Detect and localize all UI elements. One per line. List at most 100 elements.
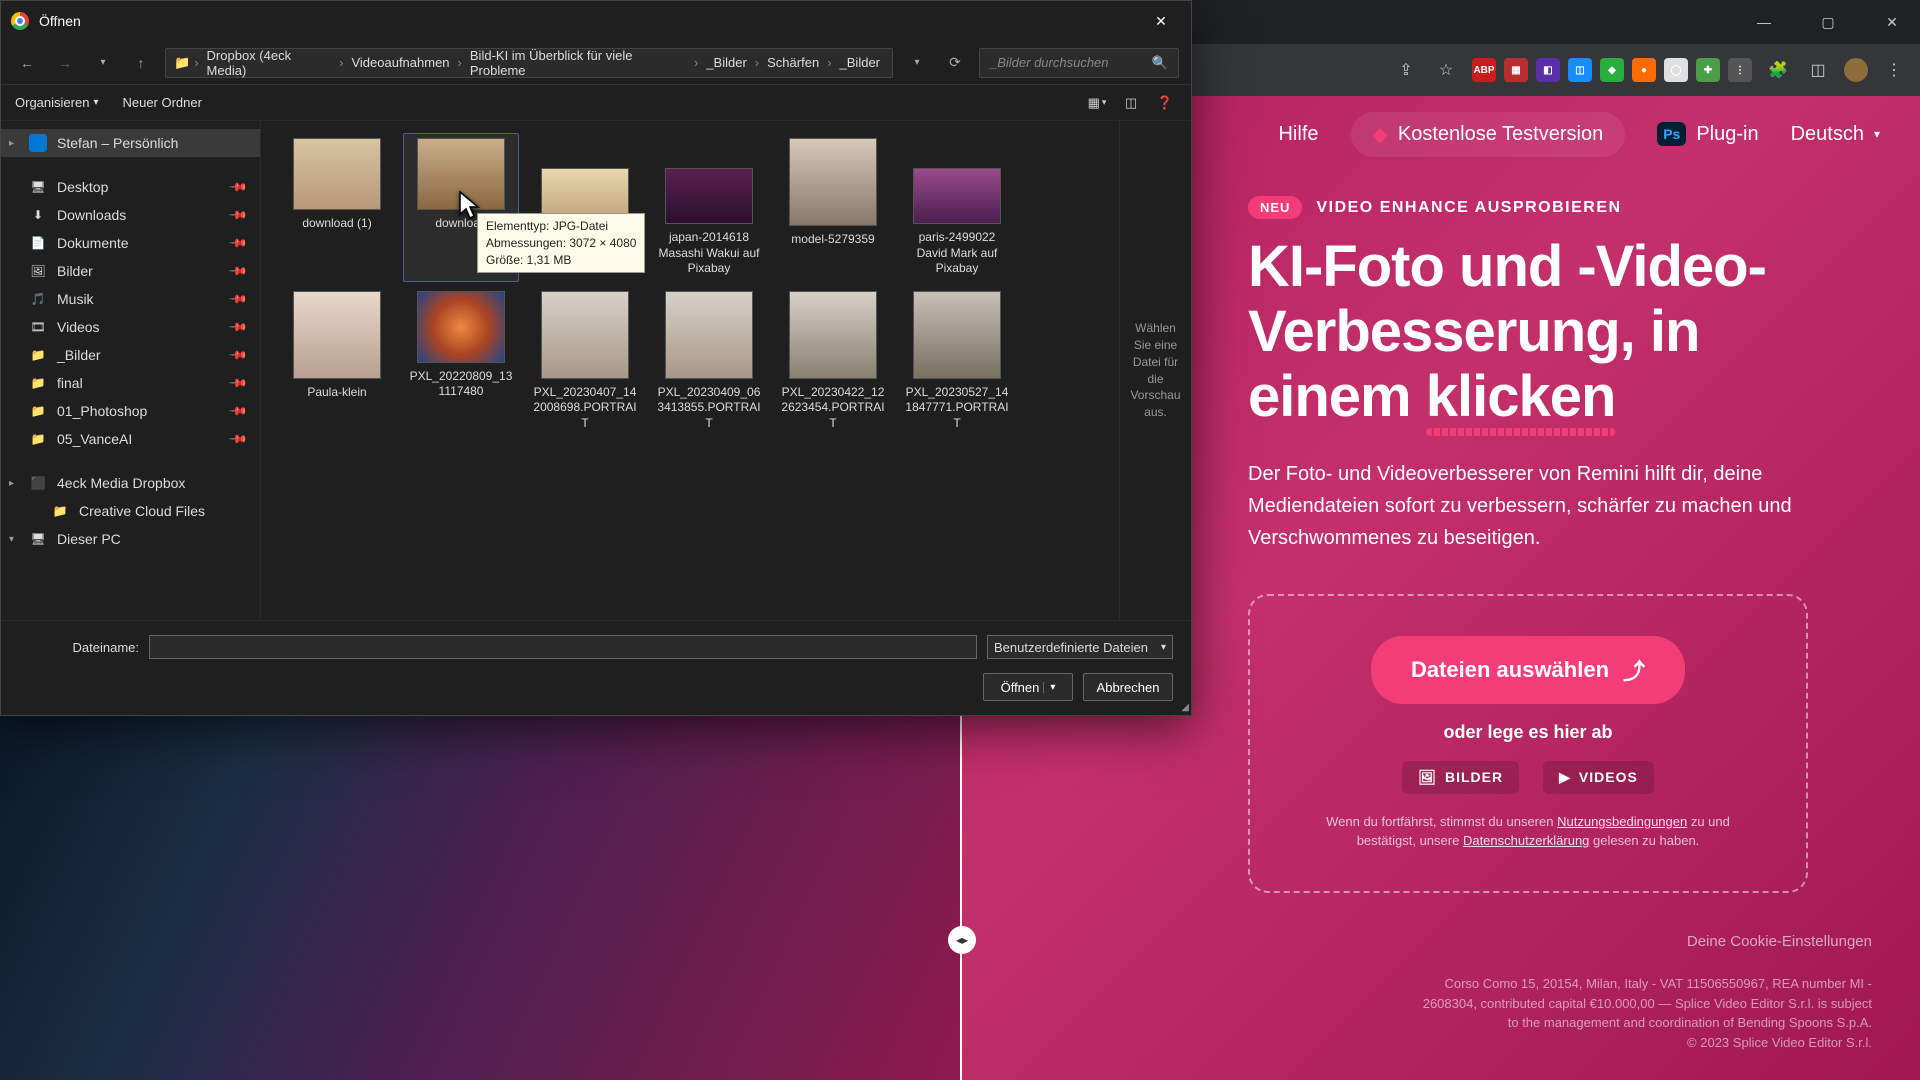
select-files-button[interactable]: Dateien auswählen ⤴ xyxy=(1371,636,1685,704)
chevron-down-icon[interactable]: ▾ xyxy=(9,534,14,545)
sidebar-item-4eck-media-dropbox[interactable]: ▸⬛4eck Media Dropbox xyxy=(1,469,260,497)
organize-menu[interactable]: Organisieren▾ xyxy=(15,95,98,110)
refresh-button[interactable]: ⟳ xyxy=(941,49,969,77)
file-thumbnail xyxy=(417,138,505,210)
share-icon[interactable]: ⇪ xyxy=(1392,56,1420,84)
extension-abp[interactable]: ABP xyxy=(1472,58,1496,82)
sidebar-item-videos[interactable]: 🎞Videos📌 xyxy=(1,313,260,341)
file-item[interactable]: PXL_20230422_122623454.PORTRAIT xyxy=(775,286,891,437)
breadcrumb-segment[interactable]: Schärfen xyxy=(763,55,823,70)
sidebar-item-musik[interactable]: 🎵Musik📌 xyxy=(1,285,260,313)
file-name: PXL_20230422_122623454.PORTRAIT xyxy=(780,385,886,432)
nav-help[interactable]: Hilfe xyxy=(1278,123,1318,146)
file-name: Paula-klein xyxy=(307,385,366,401)
new-folder-button[interactable]: Neuer Ordner xyxy=(122,95,201,110)
extensions-icon[interactable]: 🧩 xyxy=(1764,56,1792,84)
privacy-link[interactable]: Datenschutzerklärung xyxy=(1463,833,1589,848)
extension-ext2[interactable]: ▦ xyxy=(1504,58,1528,82)
file-item[interactable]: japan-2014618 Masashi Wakui auf Pixabay xyxy=(651,133,767,282)
extension-ext4[interactable]: ◫ xyxy=(1568,58,1592,82)
file-type-images[interactable]: 🖼BILDER xyxy=(1402,761,1519,794)
file-item[interactable]: Paula-klein xyxy=(279,286,395,437)
upload-dropzone[interactable]: Dateien auswählen ⤴ oder lege es hier ab… xyxy=(1248,594,1808,893)
cancel-button[interactable]: Abbrechen xyxy=(1083,673,1173,701)
nav-recent-button[interactable]: ▾ xyxy=(89,49,117,77)
nav-trial[interactable]: ◆Kostenlose Testversion xyxy=(1351,112,1626,157)
file-thumbnail xyxy=(913,168,1001,224)
extension-ext6[interactable]: ● xyxy=(1632,58,1656,82)
extension-ext7[interactable]: ◯ xyxy=(1664,58,1688,82)
comparison-slider-handle[interactable]: ◂▸ xyxy=(948,926,976,954)
cookie-settings-link[interactable]: Deine Cookie-Einstellungen xyxy=(1687,933,1872,950)
file-item[interactable]: PXL_20230409_063413855.PORTRAIT xyxy=(651,286,767,437)
sidebar-tree[interactable]: ▸Stefan – Persönlich 🖥Desktop📌⬇Downloads📌… xyxy=(1,121,261,620)
sidebar-item-bilder[interactable]: 🖼Bilder📌 xyxy=(1,257,260,285)
nav-up-button[interactable]: ↑ xyxy=(127,49,155,77)
browser-menu-icon[interactable]: ⋮ xyxy=(1880,56,1908,84)
breadcrumb-bar[interactable]: 📁 › Dropbox (4eck Media)›Videoaufnahmen›… xyxy=(165,48,893,78)
pin-icon: 📌 xyxy=(228,233,248,253)
sidebar-item-desktop[interactable]: 🖥Desktop📌 xyxy=(1,173,260,201)
breadcrumb-segment[interactable]: _Bilder xyxy=(702,55,750,70)
breadcrumb-segment[interactable]: Videoaufnahmen xyxy=(347,55,453,70)
nav-back-button[interactable]: ← xyxy=(13,49,41,77)
file-open-dialog: Öffnen ✕ ← → ▾ ↑ 📁 › Dropbox (4eck Media… xyxy=(0,0,1192,716)
extension-ext3[interactable]: ◧ xyxy=(1536,58,1560,82)
loc-icon: 🎵 xyxy=(29,290,47,308)
sidebar-item-05-vanceai[interactable]: 📁05_VanceAI📌 xyxy=(1,425,260,453)
help-button[interactable]: ❓ xyxy=(1153,91,1177,115)
sidebar-item-stefan-pers-nlich[interactable]: ▸Stefan – Persönlich xyxy=(1,129,260,157)
file-item[interactable]: PXL_20230407_142008698.PORTRAIT xyxy=(527,286,643,437)
file-item[interactable]: download (1) xyxy=(279,133,395,282)
nav-language[interactable]: Deutsch▾ xyxy=(1791,123,1880,146)
hero-badge[interactable]: NEU VIDEO ENHANCE AUSPROBIEREN xyxy=(1248,196,1872,219)
open-button[interactable]: Öffnen▾ xyxy=(983,673,1073,701)
file-thumbnail xyxy=(541,291,629,379)
sidebar-item--bilder[interactable]: 📁_Bilder📌 xyxy=(1,341,260,369)
extension-ext5[interactable]: ◆ xyxy=(1600,58,1624,82)
view-mode-button[interactable]: ▦▾ xyxy=(1085,91,1109,115)
chevron-right-icon[interactable]: ▸ xyxy=(9,478,14,489)
terms-link[interactable]: Nutzungsbedingungen xyxy=(1557,814,1687,829)
dialog-titlebar: Öffnen ✕ xyxy=(1,1,1191,41)
file-item[interactable]: PXL_20220809_131117480 xyxy=(403,286,519,437)
file-grid[interactable]: download (1)downloadgirl-4839005_Engin A… xyxy=(261,121,1119,620)
sidepanel-icon[interactable]: ◫ xyxy=(1804,56,1832,84)
chevron-right-icon[interactable]: ▸ xyxy=(9,138,14,149)
filename-input[interactable] xyxy=(149,635,977,659)
sidebar-item-dokumente[interactable]: 📄Dokumente📌 xyxy=(1,229,260,257)
extension-ext9[interactable]: ⋮ xyxy=(1728,58,1752,82)
breadcrumb-segment[interactable]: Bild-KI im Überblick für viele Probleme xyxy=(466,48,690,78)
extension-ext8[interactable]: ✚ xyxy=(1696,58,1720,82)
maximize-button[interactable]: ▢ xyxy=(1808,7,1848,37)
sidebar-item-label: Creative Cloud Files xyxy=(79,503,205,519)
minimize-button[interactable]: — xyxy=(1744,7,1784,37)
profile-avatar[interactable] xyxy=(1844,58,1868,82)
filetype-select[interactable]: Benutzerdefinierte Dateien▾ xyxy=(987,635,1173,659)
breadcrumb-dropdown[interactable]: ▾ xyxy=(903,49,931,77)
preview-toggle-button[interactable]: ◫ xyxy=(1119,91,1143,115)
sidebar-item-dieser-pc[interactable]: ▾🖥Dieser PC xyxy=(1,525,260,553)
sidebar-item-01-photoshop[interactable]: 📁01_Photoshop📌 xyxy=(1,397,260,425)
file-item[interactable]: paris-2499022 David Mark auf Pixabay xyxy=(899,133,1015,282)
nav-plugin[interactable]: PsPlug-in xyxy=(1657,122,1758,146)
search-input[interactable]: _Bilder durchsuchen 🔍 xyxy=(979,48,1179,78)
sidebar-item-final[interactable]: 📁final📌 xyxy=(1,369,260,397)
breadcrumb-segment[interactable]: _Bilder xyxy=(836,55,884,70)
file-name: PXL_20230407_142008698.PORTRAIT xyxy=(532,385,638,432)
loc-icon: 🎞 xyxy=(29,318,47,336)
close-button[interactable]: ✕ xyxy=(1872,7,1912,37)
resize-grip[interactable]: ◢ xyxy=(1175,699,1189,713)
file-type-row: 🖼BILDER ▶VIDEOS xyxy=(1402,761,1654,794)
nav-forward-button[interactable]: → xyxy=(51,49,79,77)
breadcrumb-segment[interactable]: Dropbox (4eck Media) xyxy=(203,48,336,78)
file-type-videos[interactable]: ▶VIDEOS xyxy=(1543,761,1654,794)
sidebar-item-label: Dokumente xyxy=(57,235,129,251)
dialog-title: Öffnen xyxy=(39,13,81,29)
bookmark-star-icon[interactable]: ☆ xyxy=(1432,56,1460,84)
file-item[interactable]: PXL_20230527_141847771.PORTRAIT xyxy=(899,286,1015,437)
sidebar-item-downloads[interactable]: ⬇Downloads📌 xyxy=(1,201,260,229)
file-item[interactable]: model-5279359 xyxy=(775,133,891,282)
dialog-close-button[interactable]: ✕ xyxy=(1141,6,1181,36)
sidebar-item-creative-cloud-files[interactable]: 📁Creative Cloud Files xyxy=(1,497,260,525)
